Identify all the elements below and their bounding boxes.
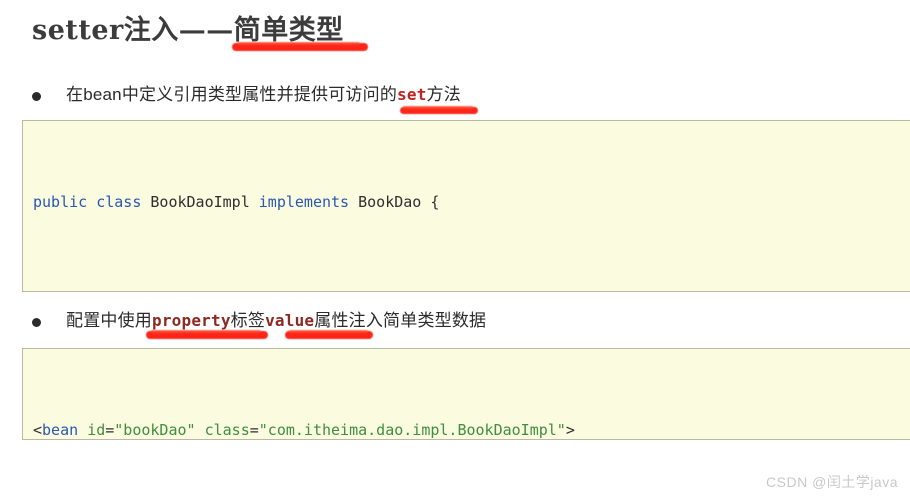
- bullet-1-keyword-set: set: [397, 85, 427, 104]
- csdn-watermark: CSDN @闰土学java: [766, 474, 898, 490]
- xml-token-lt-1: <: [33, 421, 43, 439]
- bullet-2-text-part-3: 属性注入简单类型数据: [314, 311, 487, 330]
- java-token-class: class: [96, 193, 142, 211]
- bullet-1-text-part-2: 方法: [426, 85, 461, 104]
- xml-token-tag-bean-open: bean: [42, 421, 79, 439]
- xml-token-val-id: "bookDao": [114, 421, 196, 439]
- title-underline-marker: [232, 42, 368, 51]
- bullet-1-text-part-1: 在bean中定义引用类型属性并提供可访问的: [66, 85, 398, 104]
- set-keyword-underline-marker: [400, 106, 478, 114]
- bullet-2-keyword-property: property: [152, 311, 231, 330]
- xml-token-attr-class: class: [204, 421, 250, 439]
- bullet-dot-icon: [32, 318, 41, 327]
- java-token-implements: implements: [258, 193, 350, 211]
- property-keyword-underline-marker: [146, 330, 268, 339]
- xml-token-attr-id: id: [87, 421, 106, 439]
- java-token-open-brace: {: [430, 193, 440, 211]
- java-token-interface: BookDao: [358, 193, 422, 211]
- java-code-line-1: public class BookDaoImpl implements Book…: [33, 188, 910, 217]
- bullet-item-2-label: 配置中使用property标签value属性注入简单类型数据: [66, 310, 486, 332]
- xml-token-eq-2: =: [249, 421, 259, 439]
- xml-code-block: <bean id="bookDao" class="com.itheima.da…: [22, 348, 910, 440]
- xml-token-eq-1: =: [105, 421, 115, 439]
- java-token-classname: BookDaoImpl: [150, 193, 250, 211]
- value-keyword-underline-marker: [285, 330, 373, 339]
- xml-token-gt-1: >: [565, 421, 575, 439]
- bullet-dot-icon: [32, 92, 41, 101]
- java-token-public-1: public: [33, 193, 88, 211]
- bullet-item-2: 配置中使用property标签value属性注入简单类型数据: [32, 310, 486, 332]
- bullet-2-keyword-value: value: [265, 311, 315, 330]
- xml-code-line-1: <bean id="bookDao" class="com.itheima.da…: [33, 416, 910, 439]
- bullet-item-1-label: 在bean中定义引用类型属性并提供可访问的set方法: [66, 84, 461, 106]
- java-code-block: public class BookDaoImpl implements Book…: [22, 120, 910, 292]
- bullet-2-text-part-1: 配置中使用: [66, 311, 152, 330]
- bullet-2-text-part-2: 标签: [230, 311, 266, 330]
- xml-token-val-class: "com.itheima.dao.impl.BookDaoImpl": [258, 421, 566, 439]
- bullet-item-1: 在bean中定义引用类型属性并提供可访问的set方法: [32, 84, 461, 106]
